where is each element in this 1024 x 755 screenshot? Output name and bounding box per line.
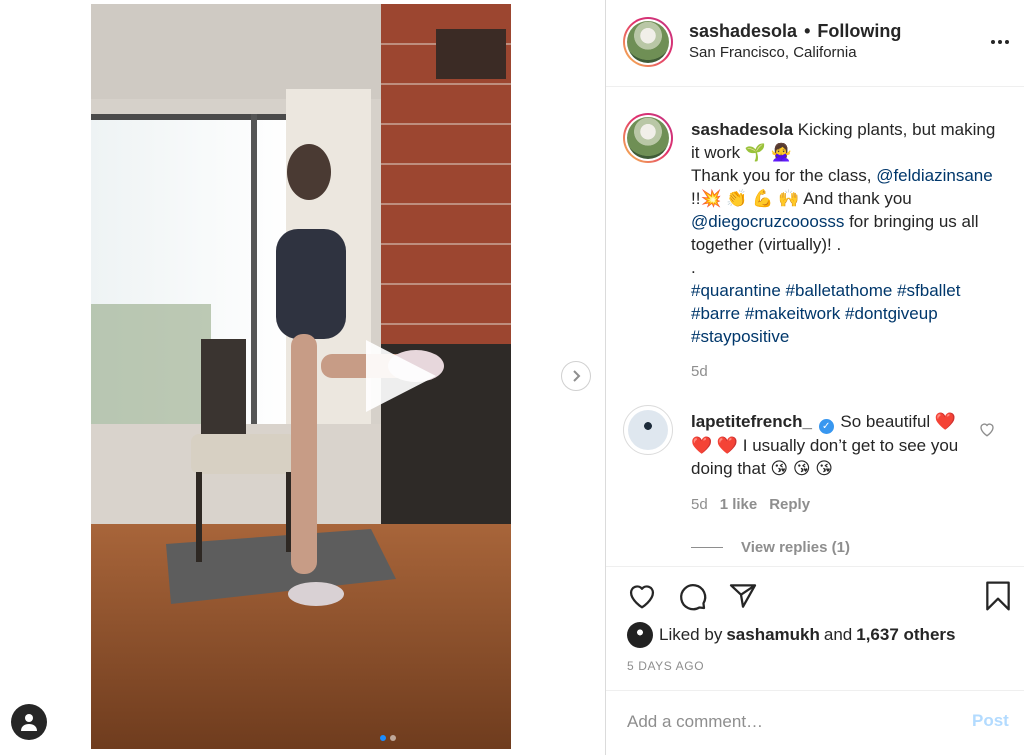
- hashtag-link[interactable]: #sfballet: [897, 281, 960, 300]
- header-separator: •: [804, 21, 811, 41]
- hashtag-link[interactable]: #barre: [691, 304, 740, 323]
- hashtag-link[interactable]: #makeitwork: [745, 304, 840, 323]
- following-button[interactable]: Following: [817, 21, 901, 41]
- add-comment-input[interactable]: [627, 708, 947, 736]
- share-button[interactable]: [727, 580, 759, 612]
- comment-button[interactable]: [676, 580, 708, 612]
- like-button[interactable]: [626, 580, 658, 612]
- likes-summary: Liked by sashamukh and 1,637 others: [627, 622, 959, 648]
- replies-line: [691, 547, 723, 548]
- view-replies-button[interactable]: View replies (1): [691, 539, 850, 556]
- likes-prefix: Liked by: [659, 625, 723, 644]
- verified-badge-icon: ✓: [818, 419, 834, 434]
- post-comment-button[interactable]: Post: [972, 711, 1009, 731]
- post-video[interactable]: [91, 4, 511, 749]
- reply-button[interactable]: Reply: [769, 496, 810, 513]
- caption-line: !!💥 👏 💪 🙌 And thank you: [691, 189, 912, 208]
- comment-time: 5d: [691, 496, 708, 513]
- next-media-button[interactable]: [561, 361, 591, 391]
- caption-text: sashadesola Kicking plants, but making i…: [691, 118, 1003, 348]
- author-avatar[interactable]: [623, 17, 673, 67]
- more-icon[interactable]: [988, 32, 1012, 52]
- commenter-username[interactable]: lapetitefrench_: [691, 412, 812, 431]
- actions-divider: [606, 566, 1024, 567]
- post-header: sashadesola • Following San Francisco, C…: [606, 0, 1024, 87]
- post-page: sashadesola • Following San Francisco, C…: [0, 0, 1024, 755]
- liker-avatar[interactable]: [627, 622, 653, 648]
- comment-like-button[interactable]: [978, 420, 996, 443]
- carousel-dot: [380, 735, 386, 741]
- view-replies-label: View replies (1): [741, 539, 850, 556]
- author-line: sashadesola • Following: [689, 21, 901, 42]
- play-button[interactable]: [358, 336, 438, 416]
- play-icon: [366, 340, 436, 412]
- heart-icon: [629, 585, 655, 609]
- video-frame: [91, 4, 511, 749]
- comment-text: lapetitefrench_ ✓ So beautiful ❤️ ❤️ ❤️ …: [691, 410, 961, 480]
- hashtag-link[interactable]: #balletathome: [786, 281, 893, 300]
- caption-author-avatar[interactable]: [623, 113, 673, 163]
- hashtag-link[interactable]: #dontgiveup: [845, 304, 938, 323]
- mention-link[interactable]: @diegocruzcooosss: [691, 212, 844, 231]
- author-username[interactable]: sashadesola: [689, 21, 797, 41]
- likes-others[interactable]: 1,637 others: [856, 625, 955, 645]
- chevron-right-icon: [573, 370, 581, 382]
- bookmark-icon: [986, 581, 1010, 611]
- post-location[interactable]: San Francisco, California: [689, 44, 857, 61]
- carousel-dot: [390, 735, 396, 741]
- share-icon: [729, 584, 757, 608]
- caption-line: Thank you for the class,: [691, 166, 877, 185]
- user-icon: [21, 714, 37, 731]
- add-comment-divider: [606, 690, 1024, 691]
- post-details-panel: sashadesola • Following San Francisco, C…: [606, 0, 1024, 755]
- tagged-user-button[interactable]: [11, 704, 47, 740]
- mention-link[interactable]: @feldiazinsane: [876, 166, 993, 185]
- carousel-indicator: [380, 735, 396, 741]
- post-date[interactable]: 5 DAYS AGO: [627, 659, 704, 673]
- likes-middle: and: [823, 625, 853, 644]
- hashtag-link[interactable]: #staypositive: [691, 327, 789, 346]
- media-area: [0, 0, 605, 755]
- heart-icon: [980, 423, 994, 437]
- comment-meta: 5d 1 like Reply: [691, 496, 810, 513]
- caption-time[interactable]: 5d: [691, 363, 708, 380]
- commenter-avatar[interactable]: [623, 405, 673, 455]
- liker-username[interactable]: sashamukh: [726, 625, 820, 645]
- caption-line: .: [691, 258, 696, 277]
- save-button[interactable]: [982, 580, 1014, 612]
- caption-username[interactable]: sashadesola: [691, 120, 793, 139]
- hashtag-link[interactable]: #quarantine: [691, 281, 781, 300]
- comment-likes-count[interactable]: 1 like: [720, 496, 758, 513]
- comment-icon: [680, 584, 707, 611]
